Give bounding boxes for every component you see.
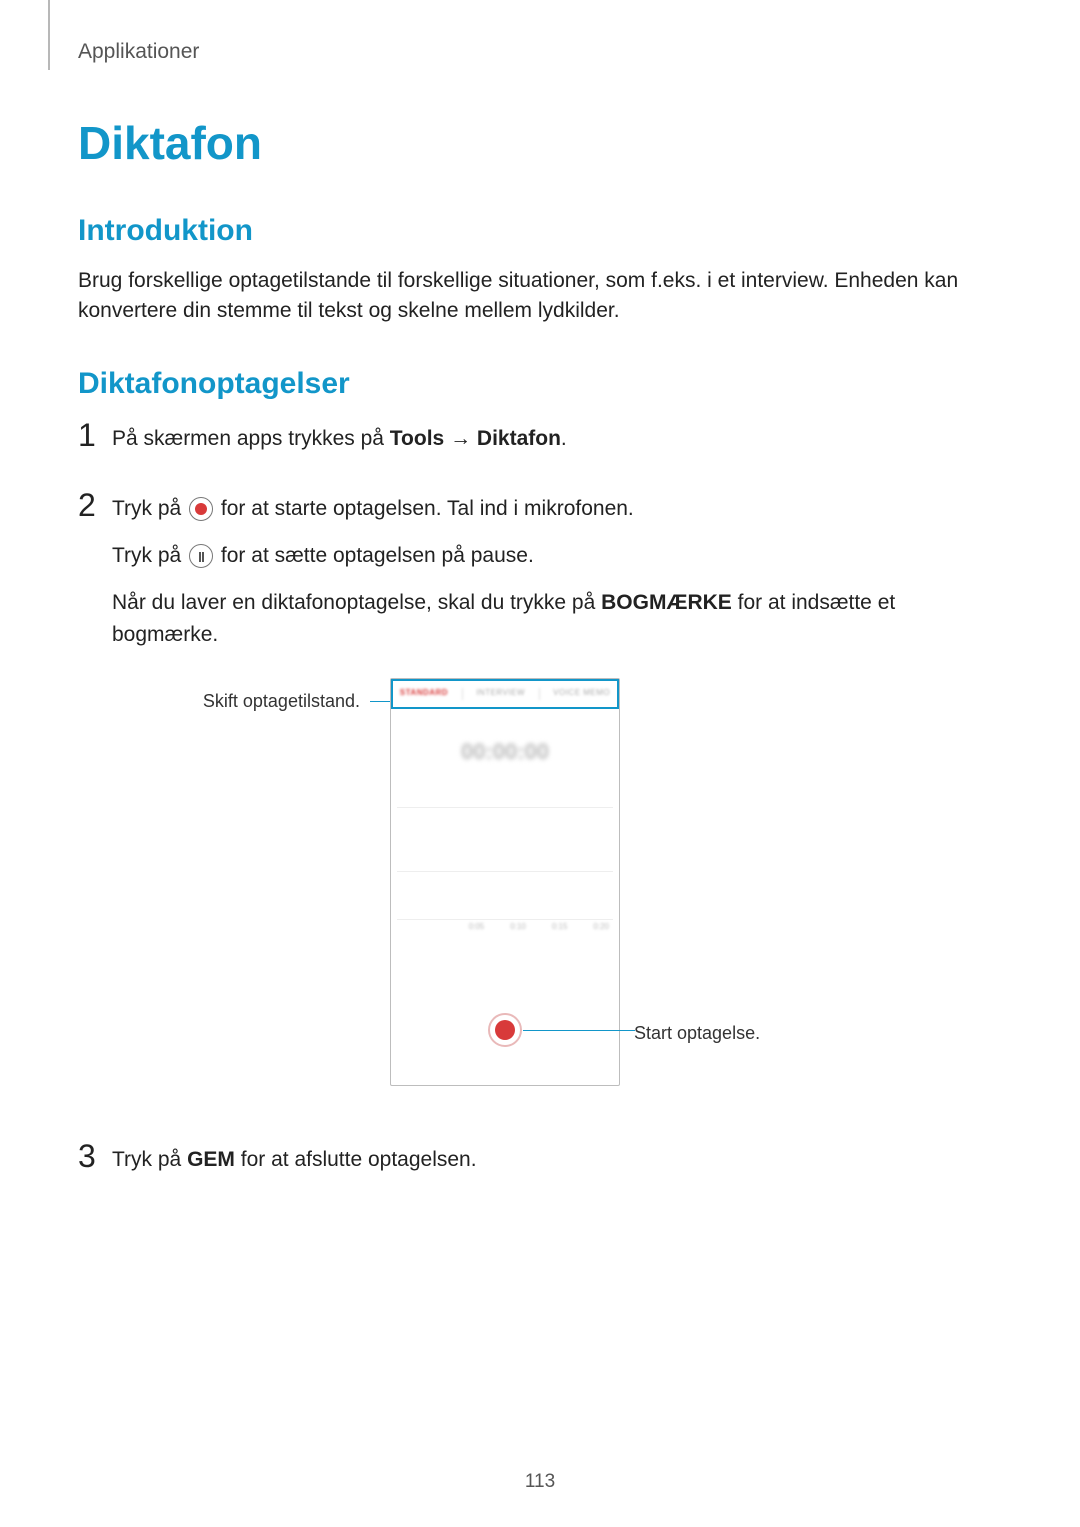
text: . [561, 427, 567, 450]
waveform-area: 0:05 0:10 0:15 0:20 [391, 807, 619, 937]
page-title: Diktafon [78, 116, 998, 170]
section-heading-intro: Introduktion [78, 214, 998, 248]
mode-tabs: STANDARD INTERVIEW VOICE MEMO [391, 679, 619, 709]
callout-left: Skift optagetilstand. [112, 678, 392, 716]
section-heading-recordings: Diktafonoptagelser [78, 367, 998, 401]
step-number: 1 [78, 419, 112, 470]
text: Tryk på [112, 497, 187, 520]
text: → [444, 427, 477, 450]
tick: 0:05 [469, 921, 485, 937]
step-body: På skærmen apps trykkes på Tools → Dikta… [112, 419, 998, 470]
step-3: 3 Tryk på GEM for at afslutte optagelsen… [78, 1140, 998, 1191]
callout-line [370, 701, 392, 702]
tick: 0:20 [593, 921, 609, 937]
text: Når du laver en diktafonoptagelse, skal … [112, 591, 601, 614]
text: Tryk på [112, 544, 187, 567]
record-button[interactable] [488, 1013, 522, 1047]
tick: 0:15 [552, 921, 568, 937]
timer-display: 00:00:00 [391, 735, 619, 769]
text: Tryk på [112, 1148, 187, 1171]
figure: Skift optagetilstand. STANDARD INTERVIEW… [112, 678, 998, 1086]
tab-standard: STANDARD [400, 687, 448, 699]
tab-separator [462, 688, 463, 700]
pause-icon [189, 544, 213, 568]
phone-mockup: STANDARD INTERVIEW VOICE MEMO 00:00:00 0… [390, 678, 620, 1086]
step-body: Tryk på GEM for at afslutte optagelsen. [112, 1140, 998, 1191]
step-2: 2 Tryk på for at starte optagelsen. Tal … [78, 489, 998, 1119]
bold-text: GEM [187, 1148, 235, 1171]
callout-text: Skift optagetilstand. [203, 691, 360, 711]
text: for at sætte optagelsen på pause. [221, 544, 534, 567]
bold-text: Diktafon [477, 427, 561, 450]
page-number: 113 [0, 1471, 1080, 1493]
bold-text: Tools [390, 427, 444, 450]
tab-separator [539, 688, 540, 700]
step-body: Tryk på for at starte optagelsen. Tal in… [112, 489, 998, 1119]
breadcrumb: Applikationer [78, 40, 998, 64]
time-ticks: 0:05 0:10 0:15 0:20 [391, 921, 619, 937]
record-icon [189, 497, 213, 521]
intro-paragraph: Brug forskellige optagetilstande til for… [78, 266, 998, 327]
step-number: 2 [78, 489, 112, 1119]
step-number: 3 [78, 1140, 112, 1191]
text: for at afslutte optagelsen. [235, 1148, 477, 1171]
bold-text: BOGMÆRKE [601, 591, 732, 614]
tab-voicememo: VOICE MEMO [553, 687, 610, 699]
tab-interview: INTERVIEW [476, 687, 525, 699]
tick: 0:10 [510, 921, 526, 937]
callout-right: Start optagelse. [634, 1020, 760, 1048]
step-1: 1 På skærmen apps trykkes på Tools → Dik… [78, 419, 998, 470]
page-margin-rule [48, 0, 50, 70]
page-content: Applikationer Diktafon Introduktion Brug… [78, 40, 998, 1210]
callout-line [523, 1030, 635, 1031]
text: for at starte optagelsen. Tal ind i mikr… [221, 497, 634, 520]
text: På skærmen apps trykkes på [112, 427, 390, 450]
